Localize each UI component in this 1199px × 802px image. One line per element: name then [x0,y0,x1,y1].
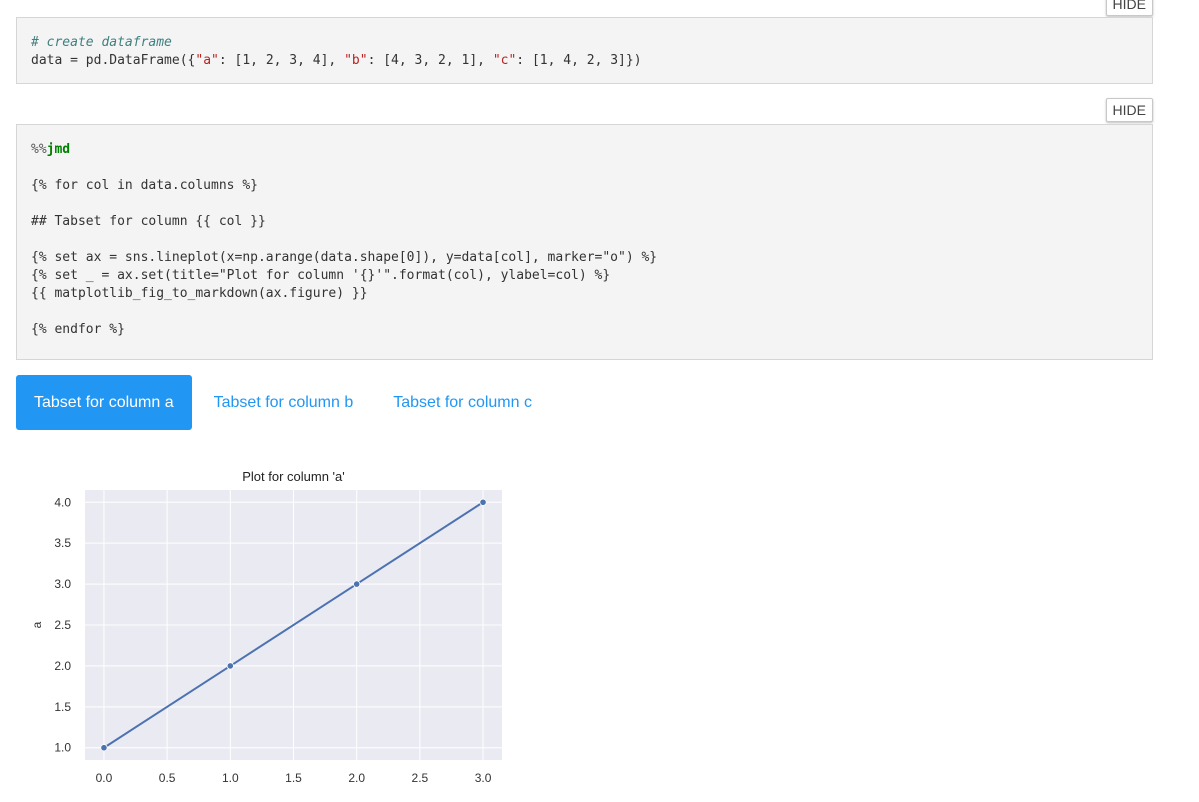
hide-button-second[interactable]: HIDE [1105,98,1153,122]
code-string: "b" [344,53,368,68]
y-tick-label: 2.5 [54,618,71,632]
tab-column-b[interactable]: Tabset for column b [196,375,372,430]
code-line-for: {% for col in data.columns %} [31,178,258,193]
data-point [479,498,487,506]
code-line-dataframe: data = pd.DataFrame({"a": [1, 2, 3, 4], … [31,52,1138,70]
code-line-endfor: {% endfor %} [31,322,125,337]
x-tick-label: 2.5 [412,771,429,785]
y-tick-label: 2.0 [54,659,71,673]
y-tick-label: 1.5 [54,700,71,714]
code-cell-jmd[interactable]: %%jmd {% for col in data.columns %} ## T… [16,124,1153,360]
x-tick-label: 0.5 [159,771,176,785]
x-tick-label: 0.0 [96,771,113,785]
code-string: "a" [195,53,219,68]
code-line-heading: ## Tabset for column {{ col }} [31,214,266,229]
x-tick-label: 1.0 [222,771,239,785]
tabset: Tabset for column a Tabset for column b … [16,375,554,430]
x-tick-label: 3.0 [475,771,492,785]
code-comment: # create dataframe [31,35,172,50]
code-token: : [4, 3, 2, 1], [367,53,493,68]
code-string: "c" [492,53,517,68]
y-tick-label: 3.5 [54,536,71,550]
data-point [226,662,234,670]
y-tick-label: 1.0 [54,741,71,755]
x-tick-label: 2.0 [348,771,365,785]
code-line-set-title: {% set _ = ax.set(title="Plot for column… [31,268,611,283]
x-tick-label: 1.5 [285,771,302,785]
code-line-magic: %%jmd [31,141,1138,159]
code-token: data = pd.DataFrame({ [31,53,196,68]
y-tick-label: 3.0 [54,577,71,591]
code-cell-create-dataframe[interactable]: # create dataframe data = pd.DataFrame({… [16,17,1153,84]
data-point [100,744,108,752]
code-line-fig: {{ matplotlib_fig_to_markdown(ax.figure)… [31,286,368,301]
hide-button-top[interactable]: HIDE [1105,0,1153,16]
y-tick-label: 4.0 [54,495,71,509]
tab-column-c[interactable]: Tabset for column c [375,375,550,430]
y-axis-label: a [30,621,44,628]
data-point [353,580,361,588]
code-magic-prefix: %% [31,142,47,157]
code-token: : [1, 2, 3, 4], [218,53,345,68]
chart-title: Plot for column 'a' [242,469,345,484]
tab-column-a[interactable]: Tabset for column a [16,375,192,430]
code-token: : [1, 4, 2, 3]}) [516,53,642,68]
code-line-set-ax: {% set ax = sns.lineplot(x=np.arange(dat… [31,250,658,265]
code-magic-name: jmd [46,142,71,157]
line-chart: 0.0 0.5 1.0 1.5 2.0 2.5 3.0 1.0 1.5 2.0 2.5 3.0 3.5 4… [30,469,502,785]
